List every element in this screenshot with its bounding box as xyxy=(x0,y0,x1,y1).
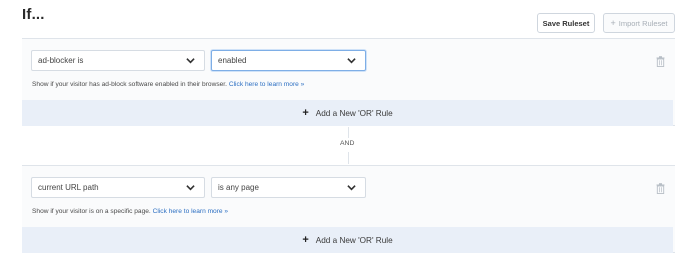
and-connector-label: AND xyxy=(340,140,355,147)
add-or-rule-button[interactable]: + Add a New 'OR' Rule xyxy=(22,100,673,126)
rule-help-description: Show if your visitor is on a specific pa… xyxy=(32,208,151,215)
trash-icon[interactable] xyxy=(656,56,665,67)
import-ruleset-label: Import Ruleset xyxy=(618,18,668,28)
add-or-rule-label: Add a New 'OR' Rule xyxy=(315,235,393,245)
rule-help-text: Show if your visitor has ad-block softwa… xyxy=(32,81,304,88)
rule-field-select[interactable]: ad-blocker is xyxy=(31,50,205,71)
rule-group-1: ad-blocker is enabled Show if your visit… xyxy=(22,38,675,126)
import-ruleset-button[interactable]: + Import Ruleset xyxy=(603,13,675,33)
rule-operator-value: is any page xyxy=(218,183,259,192)
rule-field-value: ad-blocker is xyxy=(38,56,84,65)
learn-more-link[interactable]: Click here to learn more » xyxy=(229,81,305,88)
page-title: If... xyxy=(22,6,45,23)
rule-help-description: Show if your visitor has ad-block softwa… xyxy=(32,81,227,88)
add-or-rule-button[interactable]: + Add a New 'OR' Rule xyxy=(22,227,673,253)
chevron-down-icon xyxy=(347,185,356,191)
save-ruleset-button[interactable]: Save Ruleset xyxy=(537,13,595,33)
plus-icon: + xyxy=(302,234,309,246)
rule-field-value: current URL path xyxy=(38,183,99,192)
learn-more-link[interactable]: Click here to learn more » xyxy=(153,208,229,215)
connector-line xyxy=(348,127,349,138)
rule-operator-value: enabled xyxy=(218,56,247,65)
rule-group-2: current URL path is any page Show if you… xyxy=(22,165,675,253)
plus-icon: + xyxy=(302,107,309,119)
rule-operator-select[interactable]: is any page xyxy=(211,177,366,198)
add-or-rule-label: Add a New 'OR' Rule xyxy=(315,108,393,118)
plus-icon: + xyxy=(610,18,616,28)
rule-help-text: Show if your visitor is on a specific pa… xyxy=(32,208,228,215)
connector-line xyxy=(348,152,349,164)
rule-field-select[interactable]: current URL path xyxy=(31,177,205,198)
save-ruleset-label: Save Ruleset xyxy=(542,18,590,28)
chevron-down-icon xyxy=(186,185,195,191)
rule-operator-select[interactable]: enabled xyxy=(211,50,366,71)
chevron-down-icon xyxy=(186,58,195,64)
chevron-down-icon xyxy=(347,58,356,64)
trash-icon[interactable] xyxy=(656,183,665,194)
